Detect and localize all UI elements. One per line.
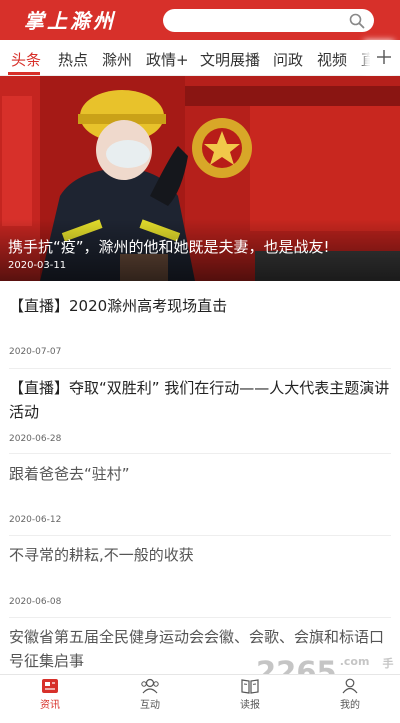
- divider: [9, 617, 391, 618]
- tab-civilization[interactable]: 文明展播: [200, 49, 260, 70]
- news-date: 2020-06-28: [9, 434, 61, 444]
- banner-title[interactable]: 携手抗“疫”，滁州的他和她既是夫妻，也是战友!: [8, 236, 330, 257]
- news-item[interactable]: 跟着爸爸去“驻村” 2020-06-12: [9, 462, 391, 530]
- divider: [9, 453, 391, 454]
- nav-profile[interactable]: 我的: [320, 678, 380, 711]
- people-icon: [140, 678, 160, 694]
- tab-hot[interactable]: 热点: [58, 49, 88, 70]
- nav-label: 我的: [320, 696, 380, 711]
- news-title: 不寻常的耕耘,不一般的收获: [9, 543, 391, 567]
- nav-newspaper[interactable]: 读报: [220, 678, 280, 711]
- category-tabs: 头条 热点 滁州 政情+ 文明展播 问政 视频 直: [0, 40, 400, 76]
- divider: [9, 535, 391, 536]
- news-date: 2020-06-08: [9, 597, 61, 607]
- nav-label: 资讯: [20, 696, 80, 711]
- nav-news[interactable]: 资讯: [20, 678, 80, 711]
- active-tab-indicator: [8, 72, 40, 75]
- news-date: 2020-06-12: [9, 515, 61, 525]
- add-channel-button[interactable]: [370, 40, 400, 75]
- news-title: 【直播】夺取“双胜利” 我们在行动——人大代表主题演讲活动: [9, 376, 391, 424]
- app-logo: 掌上滁州: [24, 5, 116, 34]
- carousel-indicator: [184, 271, 208, 281]
- news-item[interactable]: 【直播】2020滁州高考现场直击 2020-07-07: [9, 294, 391, 364]
- banner-date: 2020-03-11: [8, 260, 66, 271]
- news-date: 2020-07-07: [9, 347, 61, 357]
- app-header: 掌上滁州: [0, 0, 400, 40]
- divider: [9, 368, 391, 369]
- tab-video[interactable]: 视频: [317, 49, 347, 70]
- search-bar[interactable]: [163, 9, 374, 32]
- news-title: 【直播】2020滁州高考现场直击: [9, 294, 391, 318]
- search-icon[interactable]: [349, 13, 365, 29]
- tab-inquiry[interactable]: 问政: [273, 49, 303, 70]
- bottom-navigation: 资讯 互动 读报 我的: [0, 674, 400, 711]
- headline-carousel[interactable]: 携手抗“疫”，滁州的他和她既是夫妻，也是战友! 2020-03-11: [0, 76, 400, 281]
- news-title: 跟着爸爸去“驻村”: [9, 462, 391, 486]
- news-item[interactable]: 不寻常的耕耘,不一般的收获 2020-06-08: [9, 543, 391, 611]
- news-icon: [41, 678, 59, 694]
- book-icon: [240, 678, 260, 694]
- nav-label: 互动: [120, 696, 180, 711]
- tab-politics[interactable]: 政情+: [146, 49, 189, 70]
- nav-interact[interactable]: 互动: [120, 678, 180, 711]
- user-icon: [341, 678, 359, 694]
- tab-headlines[interactable]: 头条: [11, 49, 41, 70]
- tab-chuzhou[interactable]: 滁州: [102, 49, 132, 70]
- watermark-suffix: .com: [340, 655, 370, 668]
- news-item[interactable]: 【直播】夺取“双胜利” 我们在行动——人大代表主题演讲活动 2020-06-28: [9, 376, 391, 448]
- plus-icon: [376, 49, 392, 65]
- nav-label: 读报: [220, 696, 280, 711]
